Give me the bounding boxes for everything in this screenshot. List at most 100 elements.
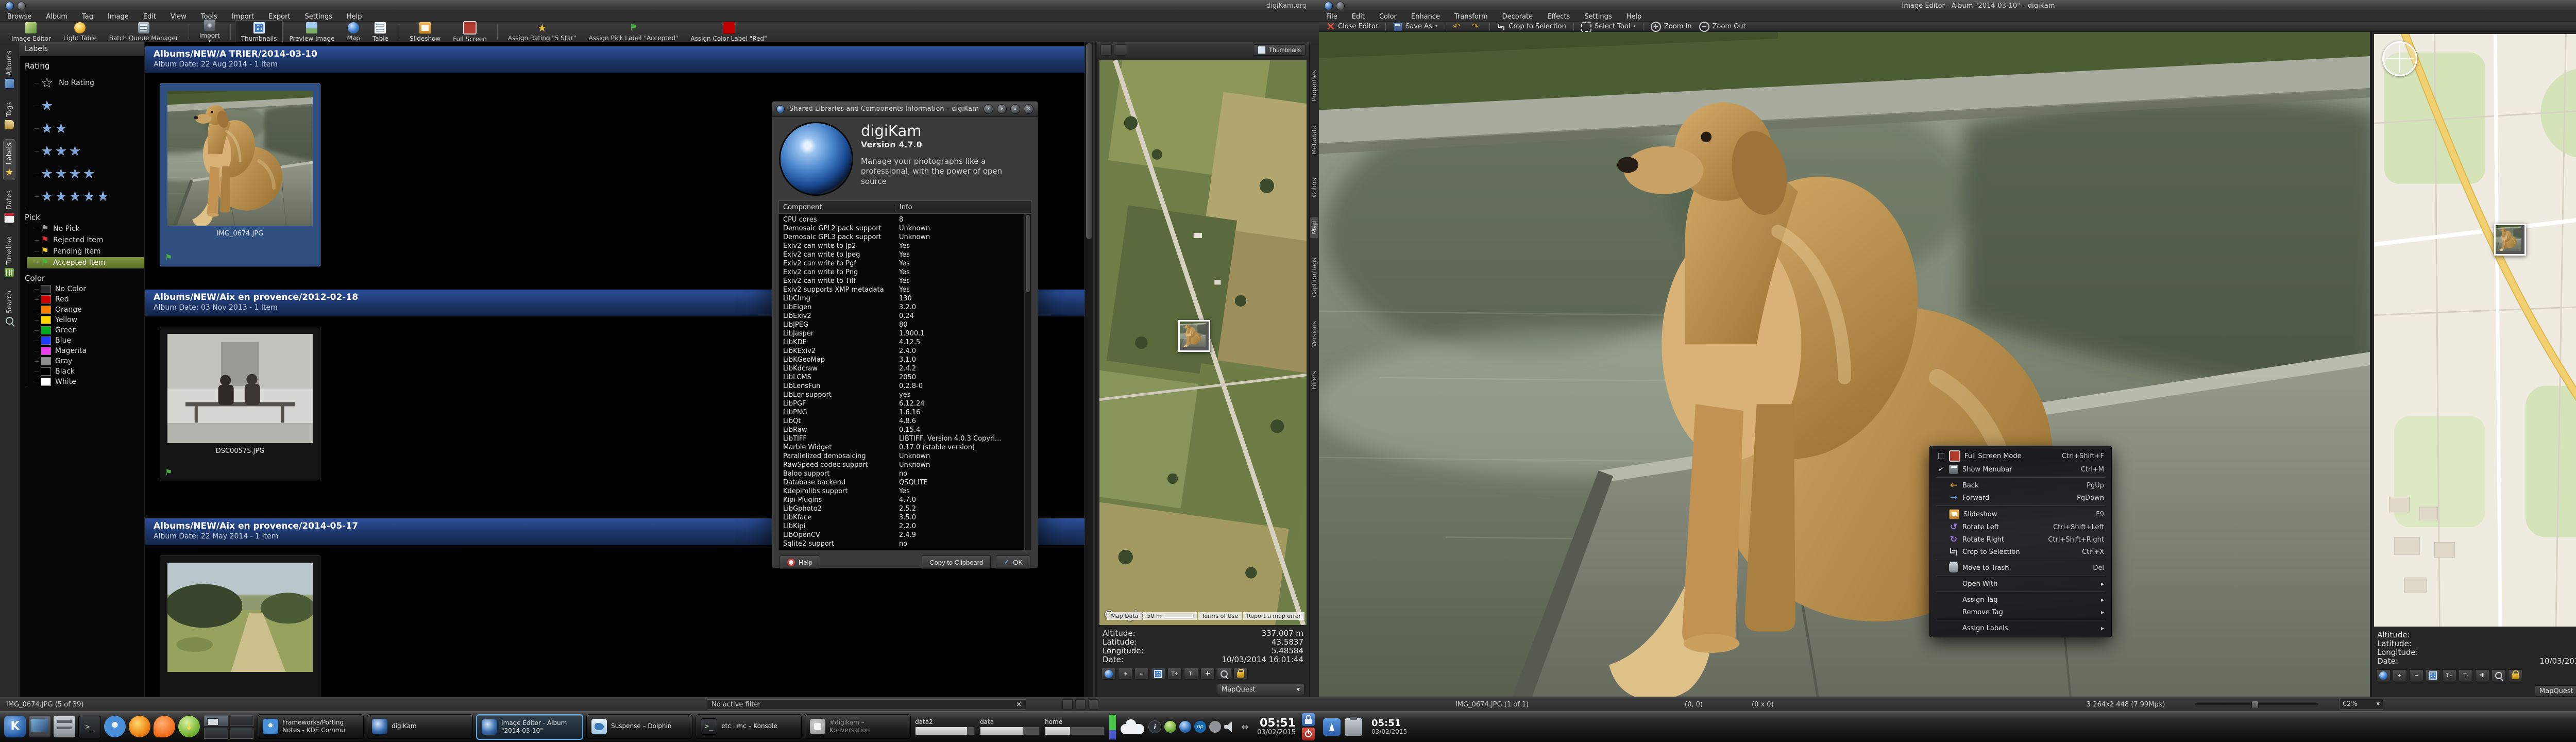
sidebar-tab[interactable]: Labels	[4, 140, 15, 180]
column-info[interactable]: Info	[894, 203, 1031, 211]
component-row[interactable]: LibTIFF LIBTIFF, Version 4.0.3 Copyri...	[779, 434, 1031, 443]
zoom-level-select[interactable]: 62% ▾	[2339, 699, 2383, 710]
component-row[interactable]: LibLCMS 2050	[779, 373, 1031, 382]
close-button[interactable]: ×	[1024, 104, 1033, 114]
statusbar-button[interactable]	[1075, 699, 1086, 710]
component-row[interactable]: Exiv2 can write to Jp2 Yes	[779, 242, 1031, 250]
pick-filter-row[interactable]: ⚑ Pending Item	[27, 246, 144, 257]
context-menu-item[interactable]: Full Screen Mode Ctrl+Shift+F ▸	[1930, 449, 2111, 463]
component-row[interactable]: CPU cores 8	[779, 215, 1031, 224]
menu-item[interactable]: Effects	[1547, 13, 1570, 21]
component-row[interactable]: LibJPEG 80	[779, 321, 1031, 329]
titlebar[interactable]: Image Editor - Album "2014-03-10" – digi…	[1319, 0, 2576, 12]
component-row[interactable]: LibKdcraw 2.4.2	[779, 364, 1031, 373]
component-row[interactable]: Sqlite2 support no	[779, 539, 1031, 548]
shade-button[interactable]: ▾	[997, 104, 1007, 114]
window-pin-button[interactable]	[17, 2, 26, 10]
sidebar-tab[interactable]: Filters	[1310, 367, 1318, 394]
map-control-button[interactable]	[2426, 669, 2440, 681]
toolbar-button[interactable]: Select Tool ▾	[1578, 21, 1639, 32]
color-filter-row[interactable]: Black	[27, 366, 144, 377]
component-row[interactable]: LibKExiv2 2.4.0	[779, 347, 1031, 356]
task-button[interactable]: etc : mc – Konsole	[696, 714, 802, 739]
digital-clock[interactable]: 05:51 03/02/2015	[1371, 718, 1407, 735]
component-row[interactable]: Exiv2 can write to Png Yes	[779, 268, 1031, 277]
digital-clock[interactable]: 05:51 03/02/2015	[1257, 717, 1296, 736]
toolbar-button[interactable]: Assign Pick Label "Accepted" ▾	[583, 21, 685, 43]
launcher-icon[interactable]	[154, 715, 175, 737]
toolbar-button[interactable]: Image Editor ▾	[5, 20, 57, 44]
klipper-icon[interactable]	[1345, 716, 1362, 736]
toolbar-button[interactable]: Preview Image ▾	[283, 20, 341, 44]
menu-item[interactable]: Enhance	[1411, 13, 1440, 21]
menu-item[interactable]: Tag	[82, 13, 93, 21]
toolbar-button[interactable]: Import ▾	[193, 18, 226, 46]
task-button[interactable]: Frameworks/Porting Notes - KDE Commu	[258, 714, 364, 739]
map-control-button[interactable]	[1184, 668, 1198, 680]
toolbar-button[interactable]: Assign Color Label "Red" ▾	[684, 20, 773, 44]
component-row[interactable]: LibEigen 3.2.0	[779, 303, 1031, 312]
map-control-button[interactable]	[1118, 668, 1132, 680]
menu-item[interactable]: Settings	[1584, 13, 1612, 21]
context-menu-item[interactable]: Assign Tag ▸	[1930, 594, 2111, 606]
attribution-link[interactable]: Report a map error	[1243, 612, 1304, 620]
component-row[interactable]: LibKipi 2.2.0	[779, 522, 1031, 531]
map-mode-button[interactable]	[1115, 44, 1126, 56]
color-filter-row[interactable]: Red	[27, 294, 144, 305]
toolbar-button[interactable]: Map ▾	[341, 21, 366, 43]
street-map-view[interactable]	[2374, 34, 2576, 627]
map-control-button[interactable]	[1101, 668, 1116, 680]
satellite-map-view[interactable]: Google Map Data50 mTerms of UseReport a …	[1099, 60, 1307, 625]
menu-item[interactable]: Help	[1626, 13, 1642, 21]
launcher-icon[interactable]	[129, 715, 150, 737]
context-menu-item[interactable]: Forward PgDown ▸	[1930, 492, 2111, 504]
sidebar-tab[interactable]: Map	[1310, 217, 1318, 239]
context-menu-item[interactable]: Remove Tag ▸	[1930, 606, 2111, 618]
component-row[interactable]: Exiv2 can write to Jpeg Yes	[779, 250, 1031, 259]
component-row[interactable]: Exiv2 can write to Tiff Yes	[779, 277, 1031, 285]
photo-thumbnail[interactable]: DSC00575.JPG ⚑	[160, 327, 320, 481]
titlebar[interactable]: digiKam.org	[0, 0, 1319, 12]
launcher-icon[interactable]	[178, 715, 200, 737]
map-control-button[interactable]	[2508, 669, 2522, 681]
color-filter-row[interactable]: Yellow	[27, 315, 144, 325]
rating-filter-row[interactable]: ★★	[27, 117, 144, 140]
pick-filter-row[interactable]: ⚑ No Pick	[27, 223, 144, 234]
context-menu-item[interactable]: Open With ▸	[1930, 578, 2111, 590]
window-pin-button[interactable]	[1336, 2, 1345, 10]
map-control-button[interactable]	[2442, 669, 2456, 681]
component-row[interactable]: Baloo support no	[779, 469, 1031, 478]
zoom-slider[interactable]	[2195, 701, 2318, 709]
map-control-button[interactable]	[2475, 669, 2489, 681]
map-backend-select[interactable]: MapQuest▾	[2535, 685, 2576, 697]
menu-item[interactable]: Edit	[143, 13, 156, 21]
map-control-button[interactable]	[1217, 668, 1231, 680]
task-button[interactable]: #digikam – Konversation	[805, 714, 911, 739]
component-row[interactable]: Kdepimlibs support Yes	[779, 487, 1031, 496]
sidebar-tab[interactable]: Metadata	[1310, 121, 1318, 159]
sidebar-tab[interactable]: Caption/Tags	[1310, 254, 1318, 301]
attribution-link[interactable]: Map Data	[1107, 612, 1142, 620]
attribution-link[interactable]: Terms of Use	[1198, 612, 1242, 620]
context-menu-item[interactable]: Slideshow F9 ▸	[1930, 508, 2111, 521]
component-row[interactable]: Demosaic GPL3 pack support Unknown	[779, 233, 1031, 242]
color-filter-row[interactable]: White	[27, 377, 144, 387]
component-row[interactable]: Exiv2 can write to Pgf Yes	[779, 259, 1031, 268]
task-button[interactable]: Image Editor - Album "2014-03-10"	[476, 714, 584, 740]
zoom-slider-thumb[interactable]	[2251, 701, 2259, 709]
menu-item[interactable]: Help	[347, 13, 362, 21]
component-row[interactable]: LibJasper 1.900.1	[779, 329, 1031, 338]
editor-canvas[interactable]: Full Screen Mode Ctrl+Shift+F ▸ Show Men…	[1319, 32, 2370, 697]
component-row[interactable]: LibPGF 6.12.24	[779, 399, 1031, 408]
menu-item[interactable]: View	[171, 13, 187, 21]
column-component[interactable]: Component	[779, 204, 895, 211]
disk-usage-widget[interactable]: home	[1045, 718, 1105, 735]
virtual-desktop-pager[interactable]	[204, 715, 253, 739]
tray-icon[interactable]	[1148, 720, 1162, 733]
context-menu-item[interactable]: Back PgUp ▸	[1930, 479, 2111, 492]
map-backend-select[interactable]: MapQuest▾	[1217, 684, 1304, 695]
map-control-button[interactable]	[1200, 668, 1215, 680]
rating-filter-row[interactable]: ☆ No Rating	[27, 72, 144, 94]
menu-item[interactable]: Image	[108, 13, 129, 21]
sidebar-tab[interactable]: Colors	[1310, 174, 1318, 201]
